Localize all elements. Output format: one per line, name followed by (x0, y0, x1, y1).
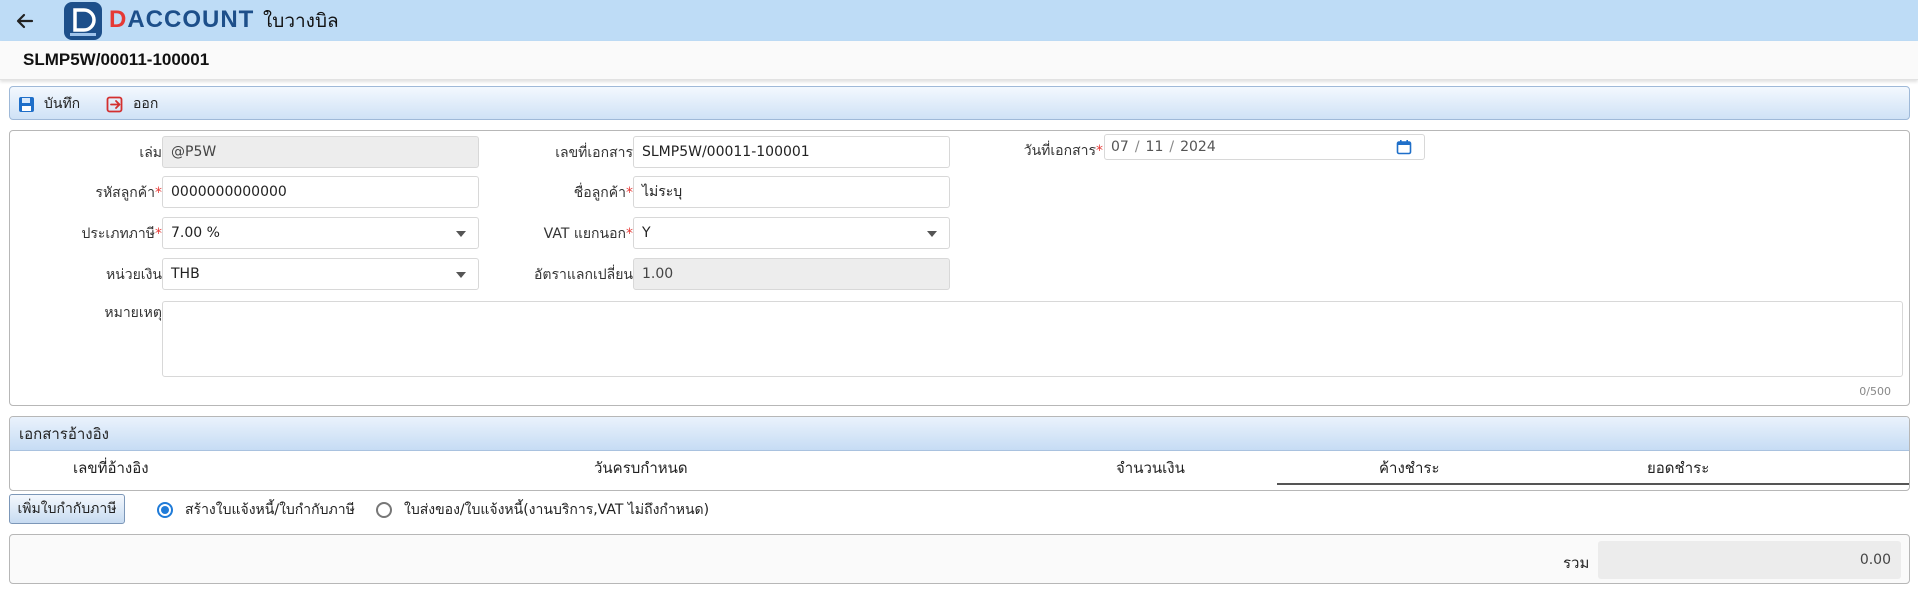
calendar-icon[interactable] (1396, 139, 1412, 155)
reference-documents-panel: เอกสารอ้างอิง เลขที่อ้างอิง วันครบกำหนด … (9, 416, 1910, 491)
date-year[interactable]: 2024 (1180, 139, 1216, 155)
daccount-logo-text: DACCOUNT (109, 6, 254, 34)
top-app-bar: DACCOUNT ใบวางบิล (0, 0, 1918, 41)
doc-date-field[interactable]: 07 / 11 / 2024 (1104, 134, 1425, 160)
add-tax-invoice-button[interactable]: เพิ่มใบกำกับภาษี (9, 494, 125, 524)
column-header-due-date[interactable]: วันครบกำหนด (594, 457, 688, 479)
date-day[interactable]: 07 (1111, 139, 1129, 155)
customer-name-label: ชื่อลูกค้า* (573, 185, 633, 201)
logo-letter: D (109, 6, 128, 33)
date-month[interactable]: 11 (1146, 139, 1164, 155)
summary-panel: รวม 0.00 (9, 534, 1910, 584)
radio-delivery-invoice[interactable]: ใบส่งของ/ใบแจ้งหนี้(งานบริการ,VAT ไม่ถึง… (376, 499, 709, 521)
total-label: รวม (1563, 554, 1590, 572)
currency-label: หน่วยเงิน (105, 267, 162, 283)
radio-selected-icon (157, 502, 173, 518)
reference-panel-title: เอกสารอ้างอิง (19, 425, 109, 443)
vat-separate-select[interactable]: Y (633, 217, 950, 249)
radio-unselected-icon (376, 502, 392, 518)
column-header-amount[interactable]: จำนวนเงิน (1116, 457, 1185, 479)
tax-type-label: ประเภทภาษี* (81, 226, 163, 242)
radio-delivery-invoice-label: ใบส่งของ/ใบแจ้งหนี้(งานบริการ,VAT ไม่ถึง… (404, 502, 710, 518)
currency-select[interactable]: THB (162, 258, 479, 290)
doc-date-label: วันที่เอกสาร* (1023, 143, 1103, 159)
document-title: SLMP5W/00011-100001 (23, 50, 210, 69)
remark-label: หมายเหตุ (104, 305, 162, 321)
daccount-logo-icon (64, 2, 102, 40)
document-bar: SLMP5W/00011-100001 (0, 41, 1918, 80)
back-arrow-icon[interactable] (12, 8, 38, 34)
vat-separate-label: VAT แยกนอก* (543, 226, 633, 242)
action-toolbar: บันทึก ออก (9, 86, 1910, 120)
floppy-disk-icon (19, 96, 34, 112)
remark-textarea[interactable] (162, 301, 1903, 377)
column-header-ref-no[interactable]: เลขที่อ้างอิง (73, 457, 149, 479)
doc-no-field[interactable]: SLMP5W/00011-100001 (633, 136, 950, 168)
document-form: เล่ม @P5W เลขที่เอกสาร SLMP5W/00011-1000… (9, 130, 1910, 406)
radio-create-invoice-label: สร้างใบแจ้งหนี้/ใบกำกับภาษี (185, 502, 355, 518)
radio-create-invoice[interactable]: สร้างใบแจ้งหนี้/ใบกำกับภาษี (157, 499, 355, 521)
exit-button-label: ออก (133, 96, 159, 112)
book-field: @P5W (162, 136, 479, 168)
exit-button[interactable]: ออก (106, 93, 158, 115)
chevron-down-icon (927, 231, 937, 237)
column-header-payment[interactable]: ยอดชำระ (1647, 457, 1709, 479)
reference-panel-header: เอกสารอ้างอิง (10, 417, 1909, 451)
header-divider (1277, 483, 1909, 485)
remark-char-counter: 0/500 (1859, 385, 1891, 398)
customer-name-field[interactable]: ไม่ระบุ (633, 176, 950, 208)
total-field: 0.00 (1598, 541, 1901, 579)
exit-icon (106, 96, 123, 112)
app-title: ใบวางบิล (263, 10, 339, 32)
doc-no-label: เลขที่เอกสาร (555, 145, 633, 161)
save-button[interactable]: บันทึก (18, 93, 80, 115)
book-label: เล่ม (139, 145, 162, 161)
save-button-label: บันทึก (44, 96, 81, 112)
tax-type-select[interactable]: 7.00 % (162, 217, 479, 249)
customer-code-label: รหัสลูกค้า* (95, 185, 162, 201)
customer-code-field[interactable]: 0000000000000 (162, 176, 479, 208)
column-header-outstanding[interactable]: ค้างชำระ (1379, 457, 1440, 479)
exchange-rate-label: อัตราแลกเปลี่ยน (534, 267, 633, 283)
exchange-rate-field: 1.00 (633, 258, 950, 290)
logo-word: ACCOUNT (127, 6, 255, 33)
